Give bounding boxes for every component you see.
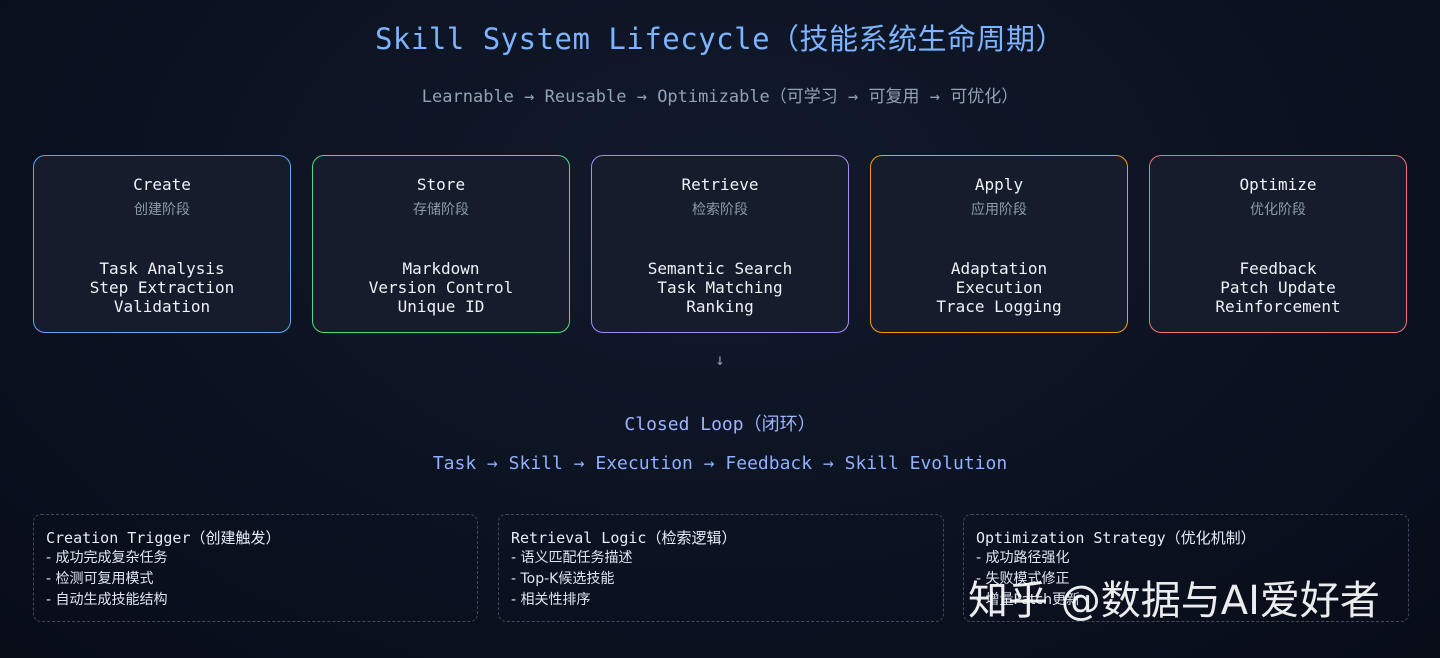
note-item: - Top-K候选技能 xyxy=(511,571,615,587)
note-item: - 成功路径强化 xyxy=(976,550,1070,566)
stage-step: Ranking xyxy=(686,297,754,316)
stage-steps: Adaptation Execution Trace Logging xyxy=(871,259,1127,316)
stage-name: Optimize xyxy=(1239,175,1317,194)
stage-step: Step Extraction xyxy=(89,278,235,297)
stage-retrieve: Retrieve 检索阶段 Semantic Search Task Match… xyxy=(591,155,849,333)
note-title: Creation Trigger（创建触发） xyxy=(46,529,281,547)
stage-name: Retrieve xyxy=(681,175,759,194)
stage-cn-label: 应用阶段 xyxy=(971,202,1027,218)
stage-store: Store 存储阶段 Markdown Version Control Uniq… xyxy=(312,155,570,333)
stage-step: Trace Logging xyxy=(936,297,1062,316)
note-item: - 语义匹配任务描述 xyxy=(511,550,633,566)
stage-step: Reinforcement xyxy=(1215,297,1341,316)
stage-step: Feedback xyxy=(1239,259,1317,278)
closed-loop-title: Closed Loop（闭环） xyxy=(624,414,816,435)
stage-steps: Task Analysis Step Extraction Validation xyxy=(34,259,290,316)
stage-steps: Semantic Search Task Matching Ranking xyxy=(592,259,848,316)
stage-cn-label: 存储阶段 xyxy=(413,202,469,218)
note-title: Optimization Strategy（优化机制） xyxy=(976,529,1256,547)
stage-name: Apply xyxy=(974,175,1024,194)
note-item: - 检测可复用模式 xyxy=(46,571,154,587)
stage-create: Create 创建阶段 Task Analysis Step Extractio… xyxy=(33,155,291,333)
stage-name: Store xyxy=(416,175,466,194)
stage-step: Patch Update xyxy=(1220,278,1336,297)
diagram-title: Skill System Lifecycle（技能系统生命周期） xyxy=(374,22,1066,56)
zhihu-watermark: 知乎 @数据与AI爱好者 xyxy=(968,578,1380,624)
arrow-down-icon: ↓ xyxy=(715,350,725,369)
stage-step: Validation xyxy=(113,297,211,316)
stage-cn-label: 创建阶段 xyxy=(134,202,190,218)
stage-step: Version Control xyxy=(368,278,514,297)
stage-name: Create xyxy=(133,175,191,194)
note-item: - 成功完成复杂任务 xyxy=(46,550,168,566)
stage-optimize: Optimize 优化阶段 Feedback Patch Update Rein… xyxy=(1149,155,1407,333)
stage-step: Unique ID xyxy=(397,297,485,316)
stage-steps: Markdown Version Control Unique ID xyxy=(313,259,569,316)
note-item: - 相关性排序 xyxy=(511,592,591,608)
stage-step: Semantic Search xyxy=(647,259,793,278)
note-item: - 自动生成技能结构 xyxy=(46,592,168,608)
note-title: Retrieval Logic（检索逻辑） xyxy=(511,529,737,547)
stage-step: Task Matching xyxy=(657,278,783,297)
stage-step: Execution xyxy=(955,278,1043,297)
stage-step: Adaptation xyxy=(950,259,1048,278)
stage-step: Task Analysis xyxy=(99,259,225,278)
stage-step: Markdown xyxy=(402,259,480,278)
stage-steps: Feedback Patch Update Reinforcement xyxy=(1150,259,1406,316)
diagram-subtitle: Learnable → Reusable → Optimizable（可学习 →… xyxy=(421,87,1019,107)
note-creation-trigger: Creation Trigger（创建触发） - 成功完成复杂任务 - 检测可复… xyxy=(33,514,478,622)
note-retrieval-logic: Retrieval Logic（检索逻辑） - 语义匹配任务描述 - Top-K… xyxy=(498,514,944,622)
stage-apply: Apply 应用阶段 Adaptation Execution Trace Lo… xyxy=(870,155,1128,333)
closed-loop-flow: Task → Skill → Execution → Feedback → Sk… xyxy=(432,453,1008,474)
stage-cn-label: 优化阶段 xyxy=(1250,202,1306,218)
stage-cn-label: 检索阶段 xyxy=(692,202,748,218)
